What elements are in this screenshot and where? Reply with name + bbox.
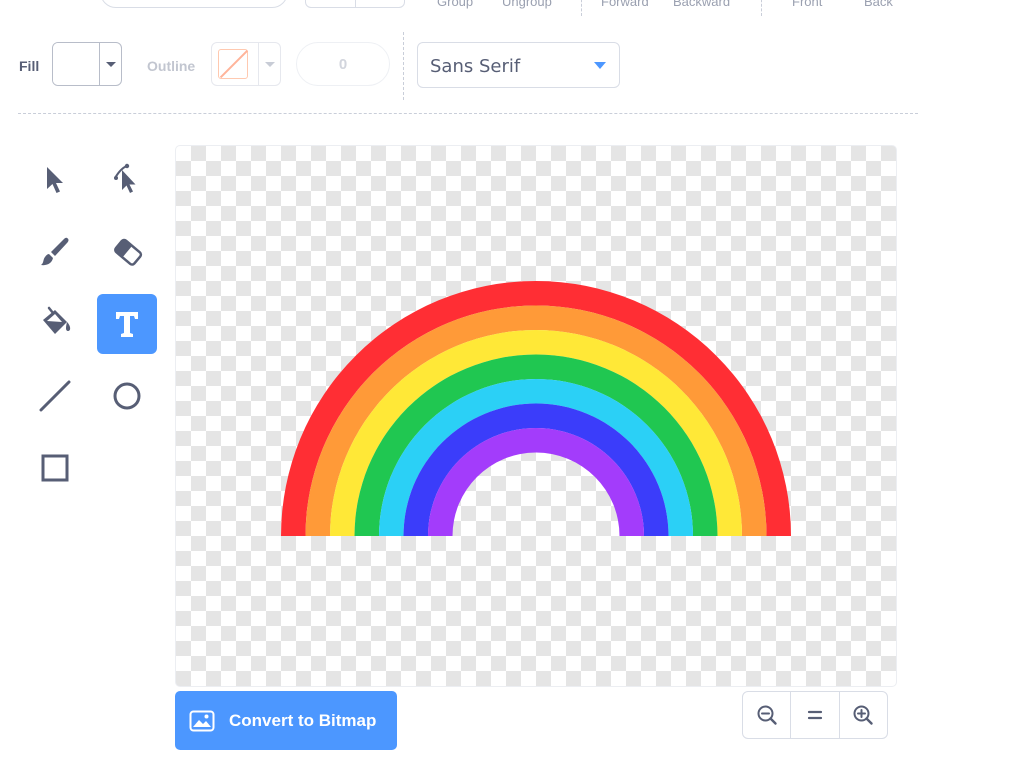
outline-width-input[interactable]: 0	[296, 42, 390, 86]
reshape-icon	[114, 163, 136, 193]
paint-canvas[interactable]	[176, 146, 896, 686]
chevron-down-icon	[594, 62, 606, 69]
image-icon	[189, 710, 215, 731]
eraser-icon	[114, 238, 143, 266]
rectangle-tool[interactable]	[25, 438, 85, 498]
fill-label: Fill	[19, 58, 40, 74]
chevron-down-icon	[264, 61, 275, 67]
toolbar-divider	[18, 113, 918, 114]
zoom-out-icon	[757, 705, 777, 725]
fill-tool[interactable]	[25, 294, 85, 354]
costume-name-input[interactable]	[100, 0, 288, 8]
divider	[761, 0, 762, 16]
circle-tool[interactable]	[97, 366, 157, 426]
paint-bucket-icon	[43, 306, 71, 334]
eraser-tool[interactable]	[97, 222, 157, 282]
fill-color-dropdown[interactable]	[52, 42, 122, 86]
front-button[interactable]: Front	[792, 0, 822, 9]
fill-color-swatch[interactable]	[53, 43, 99, 85]
outline-dropdown-arrow[interactable]	[258, 43, 280, 85]
zoom-reset-icon	[807, 710, 823, 720]
brush-tool[interactable]	[25, 222, 85, 282]
undo-redo-group[interactable]	[305, 0, 405, 8]
zoom-out-button[interactable]	[743, 692, 790, 738]
outline-color-dropdown[interactable]	[211, 42, 281, 86]
undo-button[interactable]	[306, 0, 355, 7]
group-button[interactable]: Group	[437, 0, 473, 9]
line-tool[interactable]	[25, 366, 85, 426]
divider	[581, 0, 582, 16]
redo-button[interactable]	[354, 0, 405, 7]
outline-label: Outline	[147, 58, 196, 74]
back-button[interactable]: Back	[864, 0, 893, 9]
select-tool[interactable]	[25, 150, 85, 210]
line-icon	[39, 380, 71, 412]
text-tool[interactable]	[97, 294, 157, 354]
ungroup-button[interactable]: Ungroup	[502, 0, 552, 9]
zoom-in-button[interactable]	[838, 692, 887, 738]
brush-icon	[41, 237, 69, 266]
circle-icon	[113, 382, 141, 410]
select-arrow-icon	[47, 167, 63, 193]
zoom-controls	[742, 691, 888, 739]
convert-to-bitmap-button[interactable]: Convert to Bitmap	[175, 691, 397, 750]
rectangle-icon	[41, 454, 69, 482]
outline-color-swatch[interactable]	[212, 43, 258, 85]
font-dropdown-value: Sans Serif	[430, 56, 521, 77]
divider	[403, 32, 404, 100]
font-dropdown[interactable]: Sans Serif	[417, 42, 620, 88]
forward-button[interactable]: Forward	[601, 0, 649, 9]
reshape-tool[interactable]	[97, 150, 157, 210]
rainbow-costume[interactable]	[176, 146, 896, 686]
chevron-down-icon	[105, 61, 116, 67]
backward-button[interactable]: Backward	[673, 0, 730, 9]
convert-to-bitmap-label: Convert to Bitmap	[229, 710, 377, 730]
fill-dropdown-arrow[interactable]	[99, 43, 121, 85]
no-color-icon	[218, 49, 248, 79]
zoom-in-icon	[853, 705, 874, 725]
text-icon	[116, 312, 138, 337]
zoom-reset-button[interactable]	[790, 692, 838, 738]
